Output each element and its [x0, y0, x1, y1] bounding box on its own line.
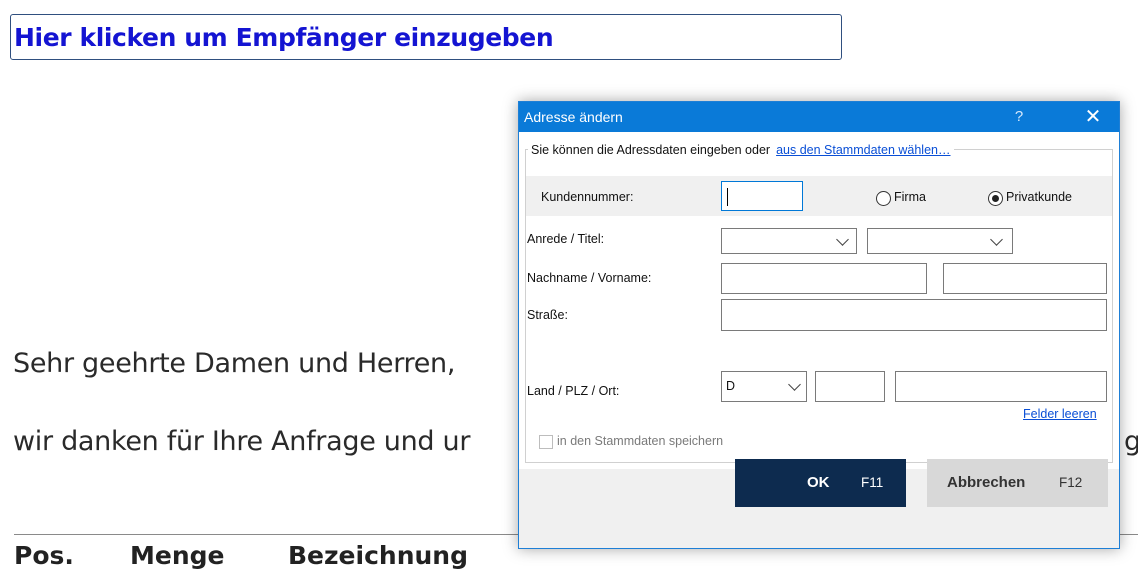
cancel-button-shortcut: F12 — [1059, 475, 1083, 490]
text-caret — [727, 188, 728, 206]
street-label: Straße: — [527, 308, 568, 322]
dialog-title: Adresse ändern — [524, 109, 623, 125]
groupbox-text: Sie können die Adressdaten eingeben oder — [531, 143, 771, 157]
name-label: Nachname / Vorname: — [527, 271, 652, 285]
first-name-input[interactable] — [943, 263, 1107, 294]
table-header-menge: Menge — [130, 541, 225, 570]
radio-firma-label: Firma — [894, 190, 926, 204]
title-combo[interactable] — [867, 228, 1013, 254]
cancel-button[interactable]: Abbrechen F12 — [927, 459, 1108, 507]
salutation-text: Sehr geehrte Damen und Herren, — [13, 348, 456, 379]
recipient-field[interactable]: Hier klicken um Empfänger einzugeben — [10, 14, 842, 60]
save-to-master-data-label: in den Stammdaten speichern — [557, 434, 724, 448]
chevron-down-icon — [836, 233, 849, 246]
radio-privatkunde-label: Privatkunde — [1006, 190, 1073, 204]
cancel-button-label: Abbrechen — [947, 474, 1026, 491]
address-dialog: Adresse ändern ? ✕ Sie können die Adress… — [518, 101, 1120, 549]
recipient-placeholder: Hier klicken um Empfänger einzugeben — [14, 23, 554, 52]
radio-privatkunde[interactable] — [988, 191, 1003, 206]
dialog-titlebar[interactable]: Adresse ändern ? ✕ — [519, 102, 1119, 132]
body-text: wir danken für Ihre Anfrage und ur — [13, 426, 471, 457]
clear-fields-link[interactable]: Felder leeren — [1023, 407, 1097, 421]
ok-button[interactable]: OK F11 — [735, 459, 906, 507]
last-name-input[interactable] — [721, 263, 927, 294]
table-header-bezeichnung: Bezeichnung — [288, 541, 468, 570]
radio-selected-dot — [992, 195, 999, 202]
ok-button-shortcut: F11 — [861, 475, 884, 490]
groupbox-legend: Sie können die Adressdaten eingeben oder… — [528, 143, 954, 157]
country-value: D — [726, 379, 736, 393]
radio-firma[interactable] — [876, 191, 891, 206]
salutation-combo[interactable] — [721, 228, 857, 254]
choose-from-master-data-link[interactable]: aus den Stammdaten wählen… — [776, 143, 950, 157]
chevron-down-icon — [788, 378, 801, 391]
body-text-tail: g — [1124, 426, 1138, 457]
customer-number-input[interactable] — [721, 181, 803, 211]
save-to-master-data-checkbox[interactable] — [539, 435, 553, 449]
help-button[interactable]: ? — [1003, 102, 1035, 132]
chevron-down-icon — [990, 233, 1003, 246]
street-input[interactable] — [721, 299, 1107, 331]
table-header-pos: Pos. — [14, 541, 74, 570]
zip-input[interactable] — [815, 371, 885, 402]
ok-button-label: OK — [807, 474, 830, 491]
city-input[interactable] — [895, 371, 1107, 402]
close-button[interactable]: ✕ — [1067, 102, 1119, 132]
country-zip-city-label: Land / PLZ / Ort: — [527, 384, 620, 398]
salutation-title-label: Anrede / Titel: — [527, 232, 605, 246]
customer-number-label: Kundennummer: — [541, 190, 634, 204]
country-combo[interactable]: D — [721, 371, 807, 402]
